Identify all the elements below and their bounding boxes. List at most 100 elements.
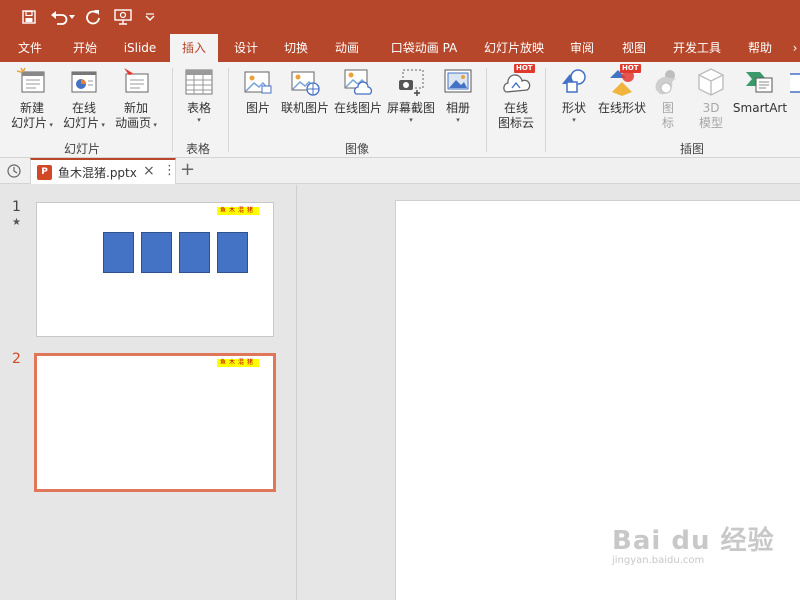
group-separator	[228, 68, 229, 152]
present-from-beginning-icon[interactable]	[112, 6, 134, 28]
chevron-down-icon: ▾	[47, 121, 53, 129]
chart-button-partial[interactable]	[790, 66, 800, 101]
document-tab-strip: P 鱼木混猪.pptx × ⋮ +	[0, 158, 800, 184]
slide-thumbnail-pane[interactable]: 1 ★ 鱼木混猪 2 鱼木混猪	[0, 185, 297, 600]
online-shapes-label: 在线形状	[597, 101, 646, 115]
add-animation-page-label-2: 动画页	[115, 116, 152, 130]
tab-file[interactable]: 文件	[8, 34, 52, 62]
ribbon: 新建 幻灯片 ▾ 在线 幻灯片 ▾ 新加 动画页 ▾ 幻灯片 表格 ▾ 表格 图…	[0, 62, 800, 158]
slide-number: 1	[12, 199, 21, 215]
new-slide-button[interactable]: 新建 幻灯片 ▾	[6, 66, 58, 131]
chevron-down-icon: ▾	[99, 121, 105, 129]
table-icon	[183, 66, 215, 98]
screenshot-button[interactable]: 屏幕截图 ▾	[385, 66, 437, 124]
blue-rectangle	[141, 232, 172, 273]
customize-toolbar-icon[interactable]	[142, 6, 158, 28]
chevron-down-icon: ▾	[151, 121, 157, 129]
smartart-button[interactable]: SmartArt	[733, 66, 787, 116]
save-icon[interactable]	[18, 6, 40, 28]
online-slide-button[interactable]: 在线 幻灯片 ▾	[58, 66, 110, 131]
group-separator	[172, 68, 173, 152]
online-slide-label-2: 幻灯片	[63, 116, 100, 130]
online-slide-label-1: 在线	[71, 101, 96, 115]
picture-button[interactable]: 图片	[240, 66, 276, 116]
hot-badge: HOT	[620, 64, 641, 73]
icon-cloud-icon: HOT	[500, 64, 535, 98]
3d-model-label-2: 模型	[698, 116, 723, 130]
icons-label-2: 标	[661, 116, 674, 130]
add-animation-page-label-1: 新加	[123, 101, 148, 115]
group-label-image: 图像	[345, 142, 370, 156]
blue-rectangle	[217, 232, 248, 273]
menu-bar: 文件 开始 iSlide 插入 设计 切换 动画 口袋动画 PA 幻灯片放映 审…	[0, 34, 800, 62]
watermark-main: Bai du 经验	[612, 526, 775, 556]
powerpoint-file-icon: P	[37, 164, 52, 180]
chevron-down-icon: ▾	[572, 116, 576, 124]
cube-icon	[695, 66, 727, 98]
smartart-icon	[744, 66, 776, 98]
add-animation-page-button[interactable]: 新加 动画页 ▾	[110, 66, 162, 131]
online-icon-cloud-button[interactable]: HOT 在线 图标云	[494, 64, 538, 131]
undo-icon[interactable]	[48, 6, 78, 28]
group-label-slides: 幻灯片	[64, 142, 101, 156]
tab-overflow[interactable]: ›	[788, 34, 800, 62]
hot-badge: HOT	[514, 64, 535, 73]
slide-thumbnail-selected[interactable]: 鱼木混猪	[34, 353, 276, 492]
shapes-icon	[558, 66, 590, 98]
slide-thumbnail[interactable]: 鱼木混猪	[36, 202, 274, 337]
3d-model-button: 3D 模型	[692, 66, 730, 131]
3d-model-label-1: 3D	[702, 101, 720, 115]
document-tab[interactable]: P 鱼木混猪.pptx × ⋮	[30, 158, 176, 184]
online-shapes-icon: HOT	[606, 64, 641, 98]
shapes-label: 形状	[561, 101, 586, 115]
tab-transitions[interactable]: 切换	[274, 34, 318, 62]
redo-icon[interactable]	[82, 6, 104, 28]
animation-page-icon	[120, 66, 152, 98]
icons-label-1: 图	[661, 101, 674, 115]
screenshot-label: 屏幕截图	[386, 101, 435, 115]
album-label: 相册	[445, 101, 470, 115]
tab-animations[interactable]: 动画	[325, 34, 369, 62]
new-slide-label-2: 幻灯片	[11, 116, 48, 130]
close-icon[interactable]: ×	[143, 163, 155, 179]
table-button[interactable]: 表格 ▾	[178, 66, 220, 124]
group-separator	[486, 68, 487, 152]
online-picture-button[interactable]: 联机图片	[279, 66, 331, 116]
photo-album-icon	[442, 66, 474, 98]
online-image-icon	[342, 66, 374, 98]
online-image-button[interactable]: 在线图片	[332, 66, 384, 116]
tab-help[interactable]: 帮助	[738, 34, 782, 62]
tab-home[interactable]: 开始	[62, 34, 108, 62]
new-tab-icon[interactable]: +	[180, 159, 195, 181]
tab-pocket-animation[interactable]: 口袋动画 PA	[380, 34, 468, 62]
group-label-illustration: 插图	[680, 142, 705, 156]
tab-islide[interactable]: iSlide	[116, 34, 164, 62]
new-slide-icon	[16, 66, 48, 98]
tab-slideshow[interactable]: 幻灯片放映	[478, 34, 550, 62]
more-options-icon[interactable]: ⋮	[163, 163, 176, 178]
tab-design[interactable]: 设计	[224, 34, 268, 62]
chevron-down-icon: ▾	[456, 116, 460, 124]
animation-star-icon: ★	[12, 217, 21, 228]
history-icon[interactable]	[6, 163, 22, 179]
tab-review[interactable]: 审阅	[560, 34, 604, 62]
slide-tag: 鱼木混猪	[217, 359, 260, 367]
blue-rectangle	[103, 232, 134, 273]
album-button[interactable]: 相册 ▾	[440, 66, 476, 124]
screenshot-icon	[395, 66, 427, 98]
picture-label: 图片	[245, 101, 270, 115]
shapes-button[interactable]: 形状 ▾	[554, 66, 594, 124]
group-label-table: 表格	[186, 142, 211, 156]
tab-view[interactable]: 视图	[612, 34, 656, 62]
tab-developer[interactable]: 开发工具	[664, 34, 730, 62]
icons-icon	[652, 66, 684, 98]
online-icon-label-1: 在线	[503, 101, 528, 115]
slide-tag: 鱼木混猪	[217, 207, 260, 215]
blue-rectangle	[179, 232, 210, 273]
new-slide-label-1: 新建	[19, 101, 44, 115]
slide-number: 2	[12, 351, 21, 367]
online-icon-label-2: 图标云	[497, 116, 534, 130]
tab-insert[interactable]: 插入	[170, 34, 218, 62]
chart-icon	[790, 66, 800, 98]
online-shapes-button[interactable]: HOT 在线形状	[596, 64, 648, 116]
